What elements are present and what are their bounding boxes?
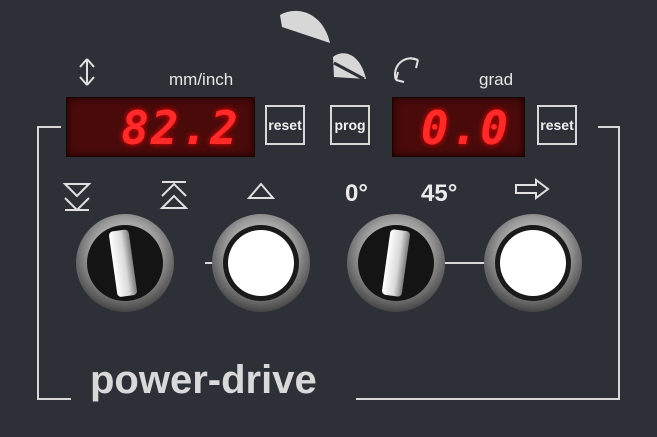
- reset-length-button[interactable]: reset: [265, 105, 305, 145]
- length-value: 82.2: [121, 101, 240, 155]
- angle-value: 0.0: [420, 101, 510, 155]
- reset-angle-button[interactable]: reset: [537, 105, 577, 145]
- frame-left-top: [37, 126, 61, 128]
- control-panel: mm/inch 82.2 reset prog grad 0.0 reset 0…: [0, 0, 657, 437]
- brand-label: power-drive: [90, 358, 317, 402]
- angle-unit-label: grad: [479, 70, 514, 89]
- angle-45-label: 45°: [421, 180, 458, 207]
- vertical-arrows-icon: [79, 58, 95, 86]
- up-arrow-icon: [246, 182, 276, 199]
- prog-button[interactable]: prog: [330, 105, 370, 145]
- frame-left-side: [37, 126, 39, 400]
- length-display: 82.2: [66, 97, 255, 157]
- angle-display: 0.0: [392, 97, 525, 157]
- right-arrow-icon: [515, 178, 550, 200]
- frame-left-bottom: [37, 398, 71, 400]
- forward-push-button[interactable]: [482, 212, 584, 314]
- lower-raise-selector-switch[interactable]: [74, 212, 176, 314]
- angle-selector-switch[interactable]: [345, 212, 447, 314]
- raise-arrows-icon: [159, 181, 189, 209]
- rotate-arrows-icon: [393, 57, 419, 83]
- frame-right-side: [618, 126, 620, 400]
- frame-right-top: [598, 126, 620, 128]
- angle-0-label: 0°: [345, 180, 368, 207]
- frame-right-bottom: [356, 398, 620, 400]
- saw-blade-icon: [280, 10, 366, 81]
- lower-arrows-icon: [62, 183, 92, 212]
- up-push-button[interactable]: [210, 212, 312, 314]
- length-unit-label: mm/inch: [169, 70, 234, 89]
